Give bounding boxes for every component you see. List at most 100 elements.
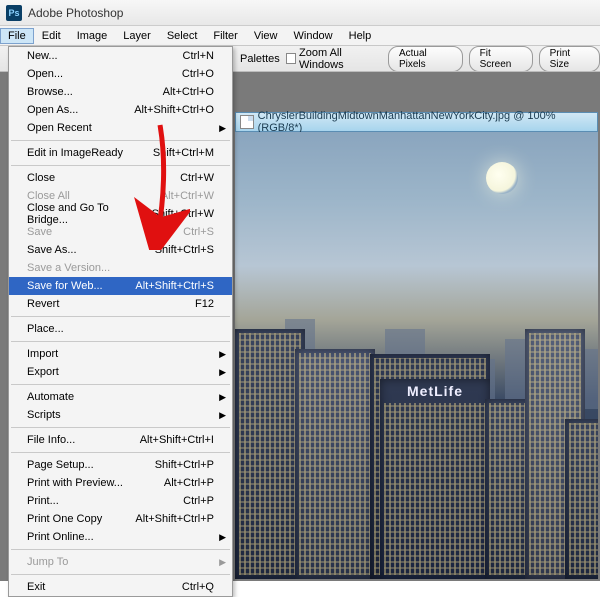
menuitem-label: Exit bbox=[27, 581, 45, 593]
print-size-button[interactable]: Print Size bbox=[539, 46, 600, 72]
menuitem-automate[interactable]: Automate▶ bbox=[9, 388, 232, 406]
chevron-right-icon: ▶ bbox=[219, 532, 226, 543]
skyline-graphic: MetLife bbox=[235, 311, 598, 579]
actual-pixels-button[interactable]: Actual Pixels bbox=[388, 46, 463, 72]
menuitem-print-with-preview[interactable]: Print with Preview... Alt+Ctrl+P bbox=[9, 474, 232, 492]
menuitem-label: Jump To bbox=[27, 556, 68, 568]
menuitem-shortcut: Ctrl+N bbox=[183, 50, 214, 62]
menuitem-shortcut: Alt+Shift+Ctrl+I bbox=[140, 434, 214, 446]
menuitem-new[interactable]: New... Ctrl+N bbox=[9, 47, 232, 65]
menuitem-shortcut: Shift+Ctrl+W bbox=[152, 208, 214, 220]
zoom-all-label: Zoom All Windows bbox=[299, 47, 382, 71]
document-icon bbox=[240, 115, 254, 129]
menuitem-label: Save for Web... bbox=[27, 280, 103, 292]
menuitem-shortcut: Ctrl+Q bbox=[182, 581, 214, 593]
menuitem-label: Place... bbox=[27, 323, 64, 335]
menuitem-label: Print... bbox=[27, 495, 59, 507]
menuitem-print[interactable]: Print... Ctrl+P bbox=[9, 492, 232, 510]
menuitem-scripts[interactable]: Scripts▶ bbox=[9, 406, 232, 424]
menu-window[interactable]: Window bbox=[286, 28, 341, 44]
chevron-right-icon: ▶ bbox=[219, 367, 226, 378]
menu-separator bbox=[11, 549, 230, 550]
menuitem-close[interactable]: Close Ctrl+W bbox=[9, 169, 232, 187]
menuitem-shortcut: Shift+Ctrl+P bbox=[155, 459, 214, 471]
menuitem-save-a-version: Save a Version... bbox=[9, 259, 232, 277]
menuitem-browse[interactable]: Browse... Alt+Ctrl+O bbox=[9, 83, 232, 101]
menuitem-place[interactable]: Place... bbox=[9, 320, 232, 338]
menu-separator bbox=[11, 574, 230, 575]
menuitem-save-as[interactable]: Save As... Shift+Ctrl+S bbox=[9, 241, 232, 259]
menuitem-print-online[interactable]: Print Online...▶ bbox=[9, 528, 232, 546]
menuitem-print-one-copy[interactable]: Print One CopyAlt+Shift+Ctrl+P bbox=[9, 510, 232, 528]
menuitem-label: Browse... bbox=[27, 86, 73, 98]
menuitem-label: Print with Preview... bbox=[27, 477, 123, 489]
menuitem-label: Import bbox=[27, 348, 58, 360]
menuitem-revert[interactable]: RevertF12 bbox=[9, 295, 232, 313]
app-icon: Ps bbox=[6, 5, 22, 21]
chevron-right-icon: ▶ bbox=[219, 392, 226, 403]
chevron-right-icon: ▶ bbox=[219, 410, 226, 421]
menuitem-export[interactable]: Export ▶ bbox=[9, 363, 232, 381]
menu-help[interactable]: Help bbox=[341, 28, 380, 44]
menu-separator bbox=[11, 452, 230, 453]
menuitem-label: Save a Version... bbox=[27, 262, 110, 274]
menuitem-label: New... bbox=[27, 50, 58, 62]
fit-screen-button[interactable]: Fit Screen bbox=[469, 46, 533, 72]
chevron-right-icon: ▶ bbox=[219, 123, 226, 134]
menuitem-label: Save As... bbox=[27, 244, 77, 256]
menuitem-close-and-go-to-bridge[interactable]: Close and Go To Bridge...Shift+Ctrl+W bbox=[9, 205, 232, 223]
menuitem-label: Export bbox=[27, 366, 59, 378]
menuitem-label: File Info... bbox=[27, 434, 75, 446]
menu-file[interactable]: File bbox=[0, 28, 34, 44]
menuitem-label: Open... bbox=[27, 68, 63, 80]
menuitem-shortcut: Alt+Shift+Ctrl+O bbox=[134, 104, 214, 116]
menuitem-label: Edit in ImageReady bbox=[27, 147, 123, 159]
menu-separator bbox=[11, 165, 230, 166]
menuitem-open[interactable]: Open... Ctrl+O bbox=[9, 65, 232, 83]
window-title: Adobe Photoshop bbox=[28, 6, 123, 20]
menuitem-shortcut: Ctrl+S bbox=[183, 226, 214, 238]
menuitem-save-for-web[interactable]: Save for Web... Alt+Shift+Ctrl+S bbox=[9, 277, 232, 295]
menuitem-open-as[interactable]: Open As... Alt+Shift+Ctrl+O bbox=[9, 101, 232, 119]
menu-separator bbox=[11, 341, 230, 342]
menuitem-shortcut: Alt+Ctrl+O bbox=[163, 86, 214, 98]
menuitem-file-info[interactable]: File Info... Alt+Shift+Ctrl+I bbox=[9, 431, 232, 449]
file-menu-dropdown: New... Ctrl+N Open... Ctrl+O Browse... Alt+Ct… bbox=[8, 46, 233, 597]
menuitem-edit-in-imageready[interactable]: Edit in ImageReadyShift+Ctrl+M bbox=[9, 144, 232, 162]
menuitem-import[interactable]: Import ▶ bbox=[9, 345, 232, 363]
palettes-label: Palettes bbox=[240, 53, 280, 65]
menuitem-shortcut: Alt+Shift+Ctrl+S bbox=[135, 280, 214, 292]
chevron-right-icon: ▶ bbox=[219, 557, 226, 568]
menu-view[interactable]: View bbox=[246, 28, 286, 44]
metlife-sign: MetLife bbox=[380, 383, 490, 399]
menuitem-save: SaveCtrl+S bbox=[9, 223, 232, 241]
menuitem-label: Page Setup... bbox=[27, 459, 94, 471]
menu-filter[interactable]: Filter bbox=[205, 28, 245, 44]
document-canvas[interactable]: MetLife bbox=[235, 132, 598, 579]
document-titlebar[interactable]: ChryslerBuildingMidtownManhattanNewYorkC… bbox=[235, 112, 598, 132]
chevron-right-icon: ▶ bbox=[219, 349, 226, 360]
menuitem-page-setup[interactable]: Page Setup... Shift+Ctrl+P bbox=[9, 456, 232, 474]
menuitem-label: Open As... bbox=[27, 104, 78, 116]
menuitem-label: Revert bbox=[27, 298, 59, 310]
menu-select[interactable]: Select bbox=[159, 28, 206, 44]
menuitem-label: Close bbox=[27, 172, 55, 184]
menuitem-shortcut: Ctrl+P bbox=[183, 495, 214, 507]
menu-layer[interactable]: Layer bbox=[115, 28, 159, 44]
zoom-all-checkbox[interactable]: Zoom All Windows bbox=[286, 47, 382, 71]
menuitem-shortcut: Ctrl+O bbox=[182, 68, 214, 80]
menuitem-shortcut: Alt+Shift+Ctrl+P bbox=[135, 513, 214, 525]
menu-image[interactable]: Image bbox=[69, 28, 116, 44]
menuitem-label: Open Recent bbox=[27, 122, 92, 134]
checkbox-icon bbox=[286, 53, 296, 64]
menuitem-shortcut: Ctrl+W bbox=[180, 172, 214, 184]
menuitem-shortcut: Alt+Ctrl+P bbox=[164, 477, 214, 489]
menuitem-jump-to: Jump To ▶ bbox=[9, 553, 232, 571]
document-title: ChryslerBuildingMidtownManhattanNewYorkC… bbox=[258, 110, 593, 134]
menu-separator bbox=[11, 140, 230, 141]
menu-separator bbox=[11, 316, 230, 317]
menuitem-open-recent[interactable]: Open Recent ▶ bbox=[9, 119, 232, 137]
menu-edit[interactable]: Edit bbox=[34, 28, 69, 44]
menuitem-shortcut: Shift+Ctrl+S bbox=[155, 244, 214, 256]
menuitem-label: Close All bbox=[27, 190, 70, 202]
